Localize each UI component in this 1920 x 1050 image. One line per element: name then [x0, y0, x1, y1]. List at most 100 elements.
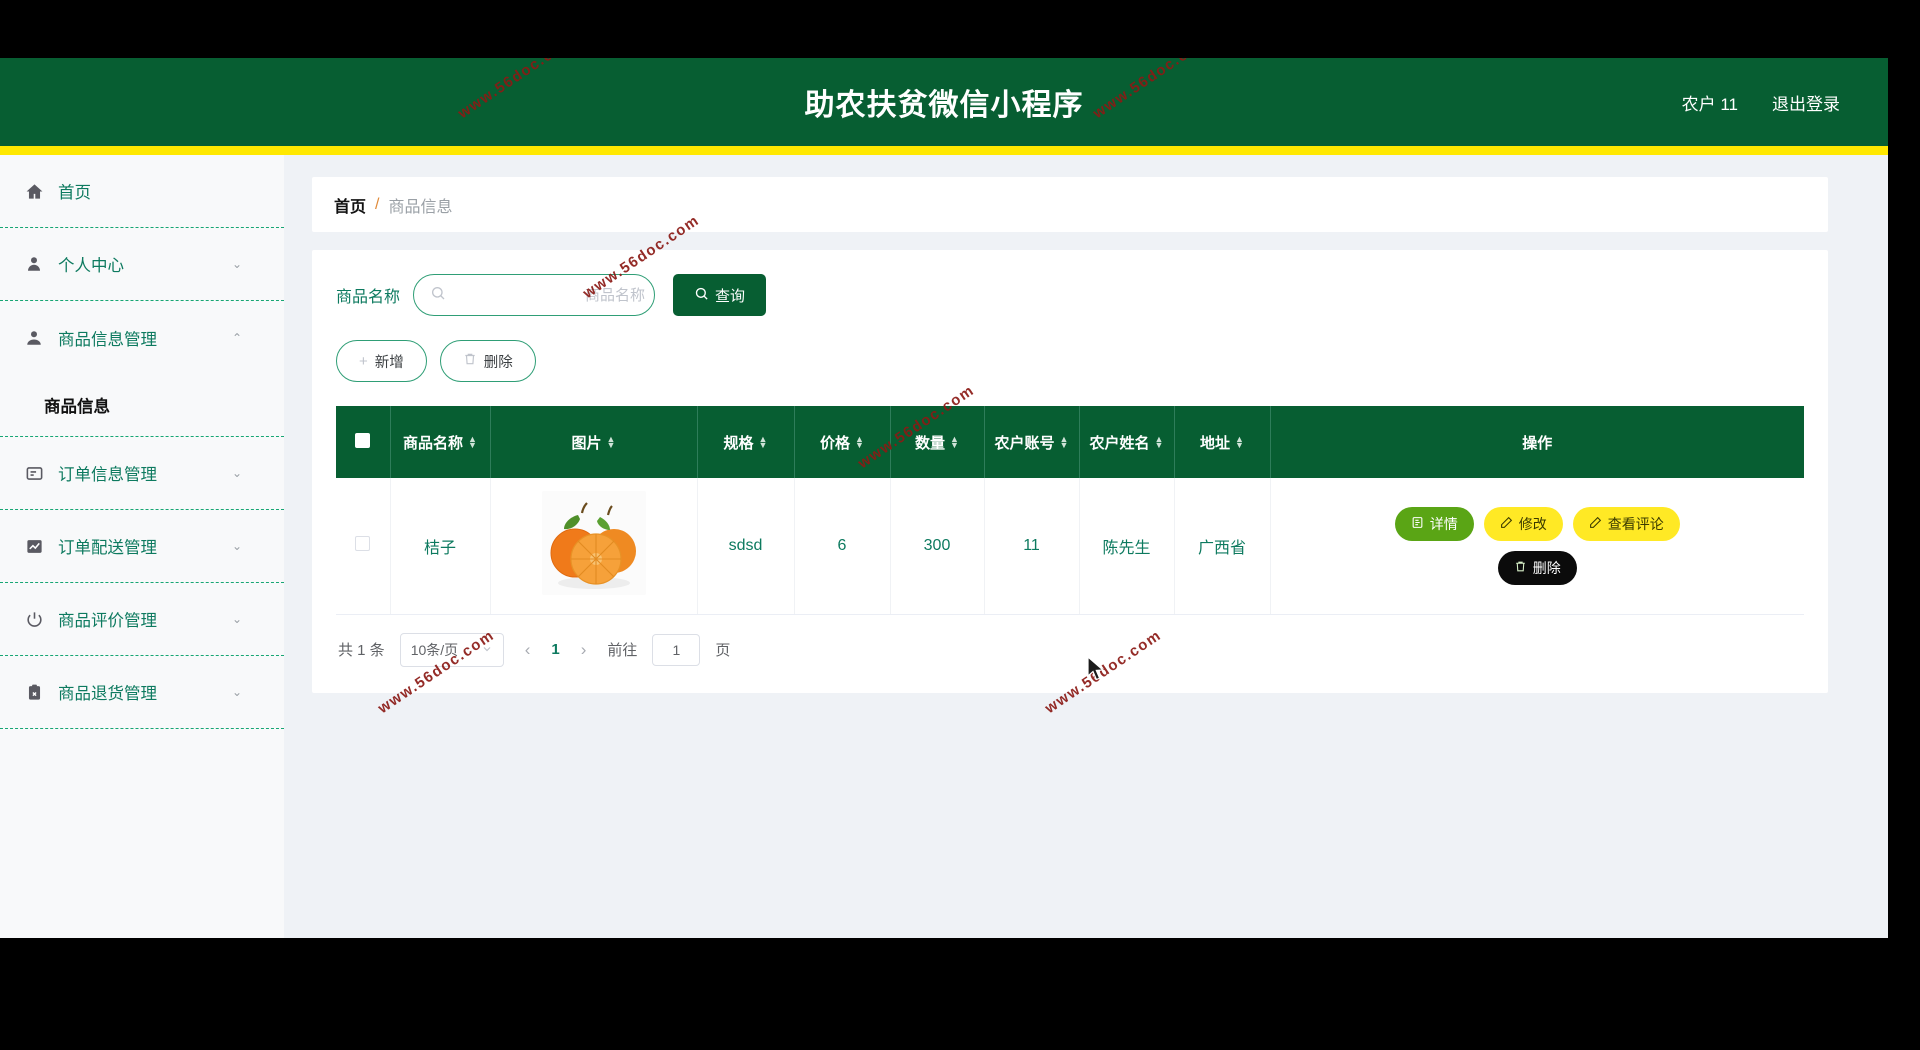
sidebar-item-label: 订单配送管理	[58, 539, 157, 557]
chevron-up-icon: ⌃	[231, 330, 242, 345]
select-all-checkbox[interactable]	[355, 432, 371, 448]
cell-operations: 详情 修改 查看评论 删除	[1270, 478, 1804, 615]
sidebar-submenu: 商品信息	[0, 374, 284, 437]
detail-button[interactable]: 详情	[1394, 506, 1474, 541]
column-header-name[interactable]: 商品名称 ▲ ▼	[390, 406, 491, 478]
sidebar-item-product-info-mgmt[interactable]: 商品信息管理 ⌃	[0, 301, 284, 374]
header-accent-stripe	[0, 146, 1888, 155]
delete-button[interactable]: 删除	[439, 340, 536, 382]
page-number-1[interactable]: 1	[551, 641, 559, 658]
search-input[interactable]	[446, 286, 646, 304]
column-label: 图片	[571, 434, 602, 452]
column-header-spec[interactable]: 规格 ▲ ▼	[697, 406, 795, 478]
sort-icon[interactable]: ▲ ▼	[1235, 435, 1244, 450]
chevron-down-icon: ⌄	[231, 612, 242, 626]
sidebar-nav: 首页 个人中心 ⌄ 商品信息管理 ⌃ 商品信息 订单信息管理 ⌄ 订单配送管理 …	[0, 155, 284, 938]
sidebar-item-label: 订单信息管理	[58, 466, 157, 484]
page-unit-label: 页	[715, 642, 731, 659]
pagination: 共 1 条 10条/页 ‹ 1 › 前往 页	[336, 632, 1804, 667]
breadcrumb-home[interactable]: 首页	[334, 193, 366, 217]
sidebar-item-label: 商品退货管理	[58, 685, 157, 703]
page-size-select[interactable]: 10条/页	[399, 632, 504, 667]
add-button[interactable]: + 新增	[336, 340, 427, 382]
sort-icon[interactable]: ▲ ▼	[855, 435, 864, 450]
breadcrumb: 首页 / 商品信息	[312, 177, 1828, 232]
detail-button-label: 详情	[1429, 515, 1458, 532]
delete-button-label: 删除	[483, 354, 513, 371]
sidebar-item-personal-center[interactable]: 个人中心 ⌄	[0, 228, 284, 301]
sidebar-item-order-info-mgmt[interactable]: 订单信息管理 ⌄	[0, 437, 284, 510]
plus-icon: +	[359, 352, 368, 370]
column-header-address[interactable]: 地址 ▲ ▼	[1174, 406, 1271, 478]
sidebar-group-product-info: 商品信息管理 ⌃ 商品信息	[0, 301, 284, 437]
sort-icon[interactable]: ▲ ▼	[468, 435, 477, 450]
table-toolbar: + 新增 删除	[336, 340, 1804, 382]
screen-letterbox-right	[1888, 0, 1920, 1050]
sidebar-item-product-review-mgmt[interactable]: 商品评价管理 ⌄	[0, 583, 284, 656]
prev-page-button[interactable]: ‹	[519, 640, 537, 660]
sidebar-item-label: 商品信息管理	[58, 330, 157, 349]
sidebar-item-label: 商品评价管理	[58, 612, 157, 630]
view-comments-button-label: 查看评论	[1607, 515, 1664, 532]
sidebar-item-product-info[interactable]: 商品信息	[0, 374, 284, 436]
table-header-row: 商品名称 ▲ ▼ 图片 ▲ ▼ 规格 ▲ ▼ 价格 ▲ ▼ 数量 ▲ ▼ 农户账…	[336, 406, 1804, 478]
column-header-quantity[interactable]: 数量 ▲ ▼	[890, 406, 985, 478]
column-header-image[interactable]: 图片 ▲ ▼	[490, 406, 698, 478]
main-panel: 商品名称 查询	[312, 250, 1828, 693]
sort-icon[interactable]: ▲ ▼	[950, 435, 959, 450]
detail-icon	[1411, 516, 1424, 532]
current-user-label[interactable]: 农户 11	[1682, 90, 1738, 115]
search-button[interactable]: 查询	[673, 274, 767, 316]
sort-icon[interactable]: ▲ ▼	[1155, 435, 1164, 450]
cell-spec: sdsd	[697, 478, 795, 615]
jump-page-input[interactable]	[652, 633, 701, 666]
edit-button[interactable]: 修改	[1483, 506, 1563, 541]
trash-icon	[1514, 560, 1527, 576]
breadcrumb-separator: /	[375, 195, 380, 213]
cell-farmer: 陈先生	[1079, 478, 1175, 615]
sort-icon[interactable]: ▲ ▼	[607, 435, 616, 450]
content-area: 首页 / 商品信息 商品名称 商品名称 查询 + 新增 删除 商品名称 ▲ ▼ …	[284, 155, 1888, 938]
logout-button[interactable]: 退出登录	[1772, 90, 1840, 115]
edit-icon	[1500, 516, 1513, 532]
row-checkbox[interactable]	[355, 535, 371, 551]
row-delete-button[interactable]: 删除	[1497, 550, 1577, 585]
sort-icon[interactable]: ▲ ▼	[1060, 435, 1069, 450]
view-comments-button[interactable]: 查看评论	[1572, 506, 1680, 541]
clipboard-icon	[20, 678, 48, 706]
cell-account: 11	[984, 478, 1080, 615]
user-icon	[20, 250, 48, 278]
column-label: 农户账号	[994, 434, 1055, 452]
column-label: 农户姓名	[1089, 434, 1150, 452]
search-form: 商品名称 查询	[336, 274, 1804, 316]
table-row: 桔子 sdsd 6 300 11 陈先生 广西省 详情 修改 查看评论 删除	[336, 478, 1804, 615]
cell-image	[490, 478, 698, 615]
chevron-down-icon: ⌄	[231, 257, 242, 271]
screen-letterbox-top	[0, 0, 1920, 58]
chevron-down-icon: ⌄	[231, 539, 242, 553]
chevron-down-icon: ⌄	[231, 685, 242, 699]
page-title: 助农扶贫微信小程序	[804, 89, 1084, 122]
chart-icon	[20, 532, 48, 560]
cell-price: 6	[794, 478, 891, 615]
sidebar-item-label: 首页	[58, 184, 91, 202]
trash-icon	[463, 352, 477, 370]
cell-name: 桔子	[390, 478, 491, 615]
user-filled-icon	[20, 324, 48, 352]
column-header-farmer[interactable]: 农户姓名 ▲ ▼	[1079, 406, 1175, 478]
next-page-button[interactable]: ›	[575, 640, 593, 660]
page-size-value: 10条/页	[410, 641, 459, 658]
product-thumbnail[interactable]	[541, 491, 646, 596]
column-header-account[interactable]: 农户账号 ▲ ▼	[984, 406, 1080, 478]
sort-icon[interactable]: ▲ ▼	[759, 435, 768, 450]
select-all-header	[336, 406, 391, 478]
row-select-cell	[336, 478, 391, 615]
column-header-price[interactable]: 价格 ▲ ▼	[794, 406, 891, 478]
sidebar-item-order-delivery-mgmt[interactable]: 订单配送管理 ⌄	[0, 510, 284, 583]
chevron-down-icon: ⌄	[231, 466, 242, 480]
column-header-operation: 操作	[1270, 406, 1804, 478]
search-input-wrapper[interactable]	[413, 274, 656, 316]
sidebar-item-product-return-mgmt[interactable]: 商品退货管理 ⌄	[0, 656, 284, 729]
sidebar-item-home[interactable]: 首页	[0, 155, 284, 228]
column-label: 价格	[820, 434, 851, 452]
